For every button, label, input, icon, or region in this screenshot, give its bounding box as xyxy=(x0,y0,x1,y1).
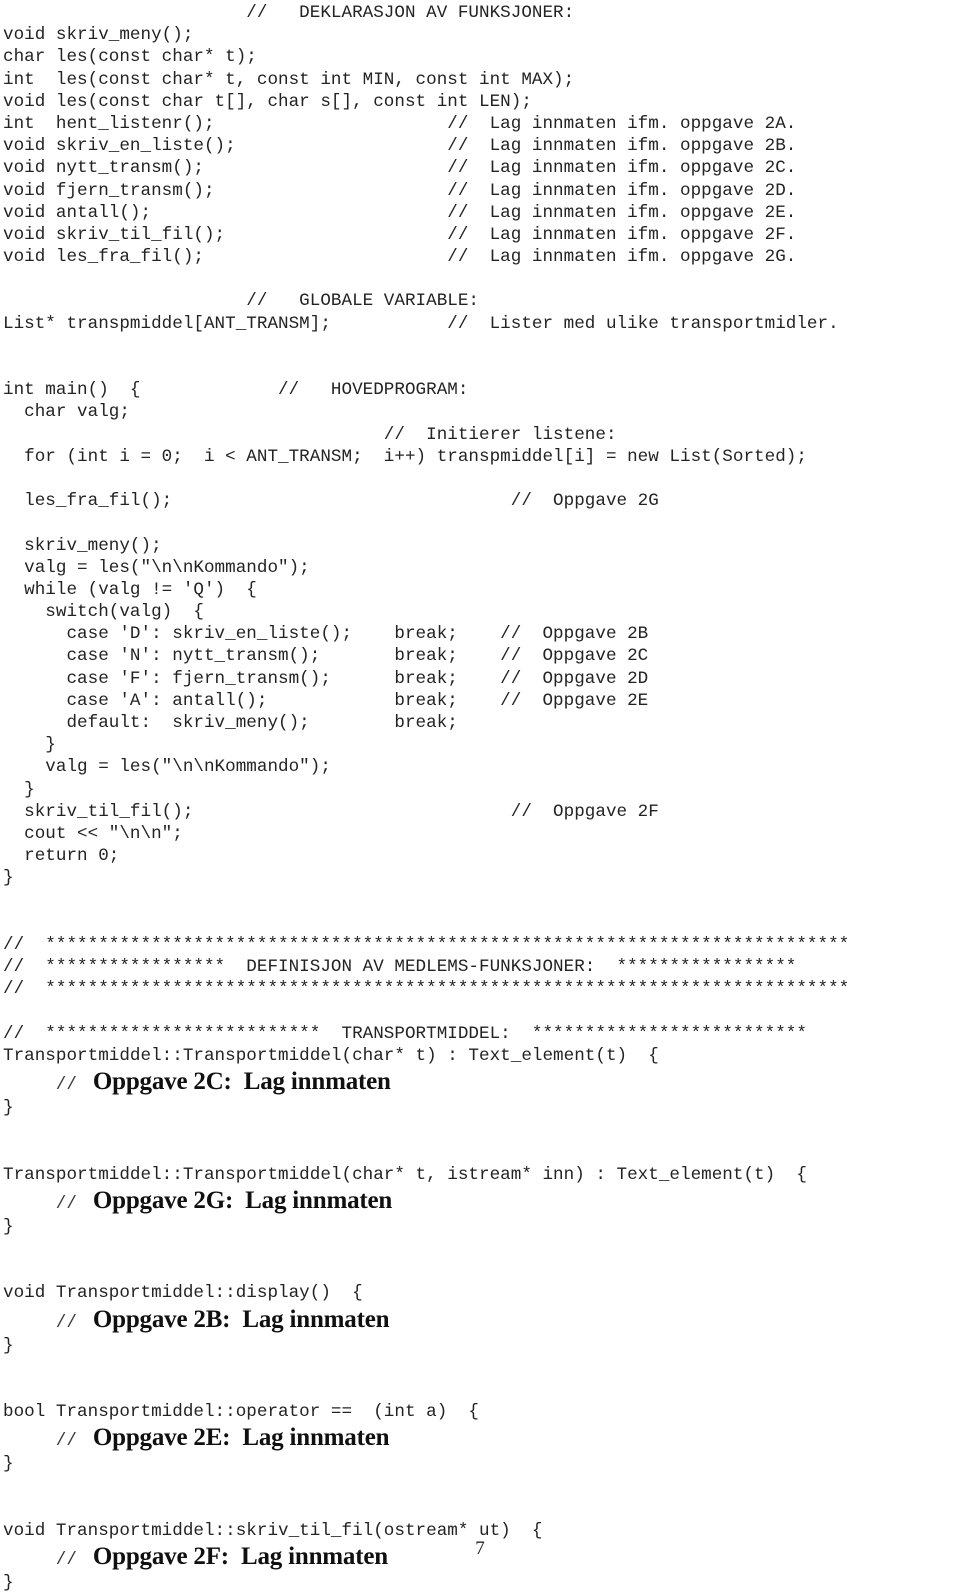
oppgave-annotation: // Oppgave 2E: Lag innmaten xyxy=(3,1423,958,1453)
code-line: while (valg != 'Q') { xyxy=(3,579,257,600)
comment-slashes: // xyxy=(3,1193,77,1214)
code-line: cout << "\n\n"; xyxy=(3,823,183,844)
code-line: case 'A': antall(); break; // Oppgave 2E xyxy=(3,690,649,711)
document-page: // DEKLARASJON AV FUNKSJONER: void skriv_… xyxy=(0,0,960,1593)
closing-brace: } xyxy=(3,1454,14,1475)
oppgave-annotation: // Oppgave 2B: Lag innmaten xyxy=(3,1305,958,1335)
code-line: valg = les("\n\nKommando"); xyxy=(3,557,310,578)
oppgave-annotation-text: Oppgave 2E: Lag innmaten xyxy=(92,1424,390,1452)
closing-brace: } xyxy=(3,1098,14,1118)
code-line: void skriv_en_liste(); // Lag innmaten i… xyxy=(3,136,797,157)
code-line: List* transpmiddel[ANT_TRANSM]; // Liste… xyxy=(3,313,839,334)
code-line: switch(valg) { xyxy=(3,602,204,623)
code-line: case 'D': skriv_en_liste(); break; // Op… xyxy=(3,624,649,645)
code-line: void antall(); // Lag innmaten ifm. oppg… xyxy=(3,202,797,223)
code-line: // Initierer listene: xyxy=(3,424,617,445)
comment-slashes: // xyxy=(3,1075,77,1095)
oppgave-annotation-text: Oppgave 2B: Lag innmaten xyxy=(92,1305,390,1333)
code-line: char valg; xyxy=(3,402,130,423)
page-number: 7 xyxy=(475,1538,485,1559)
function-signature: Transportmiddel::Transportmiddel(char* t… xyxy=(3,1164,807,1185)
code-line: int main() { // HOVEDPROGRAM: xyxy=(3,380,469,401)
function-signature: bool Transportmiddel::operator == (int a… xyxy=(3,1402,480,1423)
code-line: return 0; xyxy=(3,846,120,867)
member-function-section: // Oppgave 2B: Lag innmaten} bool Transpo… xyxy=(3,1305,958,1424)
code-line: } xyxy=(3,735,56,756)
code-line: // *************************************… xyxy=(3,979,850,1000)
oppgave-annotation: // Oppgave 2C: Lag innmaten xyxy=(3,1067,958,1097)
code-line: void skriv_meny(); xyxy=(3,25,194,46)
member-function-section: //Oppgave 2E: Lag innmaten} void Transpo… xyxy=(3,1423,958,1542)
code-line: valg = les("\n\nKommando"); xyxy=(3,757,331,778)
code-line: les_fra_fil(); // Oppgave 2G xyxy=(3,491,659,512)
code-line: // GLOBALE VARIABLE: xyxy=(3,291,480,312)
code-line: skriv_til_fil(); // Oppgave 2F xyxy=(3,801,659,822)
code-line: case 'F': fjern_transm(); break; // Oppg… xyxy=(3,668,649,689)
code-line: void skriv_til_fil(); // Lag innmaten if… xyxy=(3,224,797,245)
code-line: int hent_listenr(); // Lag innmaten ifm.… xyxy=(3,113,797,134)
oppgave-annotation-text: Oppgave 2G: Lag innmaten xyxy=(92,1186,393,1214)
code-line: // DEKLARASJON AV FUNKSJONER: xyxy=(3,3,575,23)
oppgave-annotation-text: Oppgave 2C: Lag innmaten xyxy=(92,1068,391,1095)
code-line: void fjern_transm(); // Lag innmaten ifm… xyxy=(3,180,797,201)
closing-brace: } xyxy=(3,1335,14,1356)
code-line: skriv_meny(); xyxy=(3,535,162,556)
code-line: default: skriv_meny(); break; xyxy=(3,713,458,733)
comment-slashes: // xyxy=(3,1431,77,1452)
code-line: case 'N': nytt_transm(); break; // Oppga… xyxy=(3,646,649,667)
member-function-sections: // Oppgave 2C: Lag innmaten} Transportmid… xyxy=(3,1067,958,1594)
code-line: char les(const char* t); xyxy=(3,47,257,68)
oppgave-annotation: // Oppgave 2G: Lag innmaten xyxy=(3,1186,958,1216)
code-line: // *************************************… xyxy=(3,934,850,955)
function-signature: void Transportmiddel::display() { xyxy=(3,1283,363,1304)
member-function-section: // Oppgave 2G: Lag innmaten} void Transpo… xyxy=(3,1186,958,1305)
code-line: // ************************** TRANSPORTM… xyxy=(3,1023,807,1044)
code-line: void les(const char t[], char s[], const… xyxy=(3,91,532,112)
code-line: } xyxy=(3,868,14,889)
member-function-section: // Oppgave 2C: Lag innmaten} Transportmid… xyxy=(3,1067,958,1186)
code-head-block: // DEKLARASJON AV FUNKSJONER: void skriv_… xyxy=(3,2,958,1067)
closing-brace: } xyxy=(3,1216,14,1237)
closing-brace: } xyxy=(3,1573,14,1593)
code-line: Transportmiddel::Transportmiddel(char* t… xyxy=(3,1045,659,1066)
code-line: void les_fra_fil(); // Lag innmaten ifm.… xyxy=(3,247,797,268)
code-line: // ***************** DEFINISJON AV MEDLE… xyxy=(3,957,797,978)
code-line: void nytt_transm(); // Lag innmaten ifm.… xyxy=(3,158,797,179)
code-line: } xyxy=(3,779,35,800)
code-listing: // DEKLARASJON AV FUNKSJONER: void skriv_… xyxy=(3,2,958,1594)
code-line: for (int i = 0; i < ANT_TRANSM; i++) tra… xyxy=(3,446,807,467)
code-line: int les(const char* t, const int MIN, co… xyxy=(3,69,575,90)
comment-slashes: // xyxy=(3,1312,77,1333)
